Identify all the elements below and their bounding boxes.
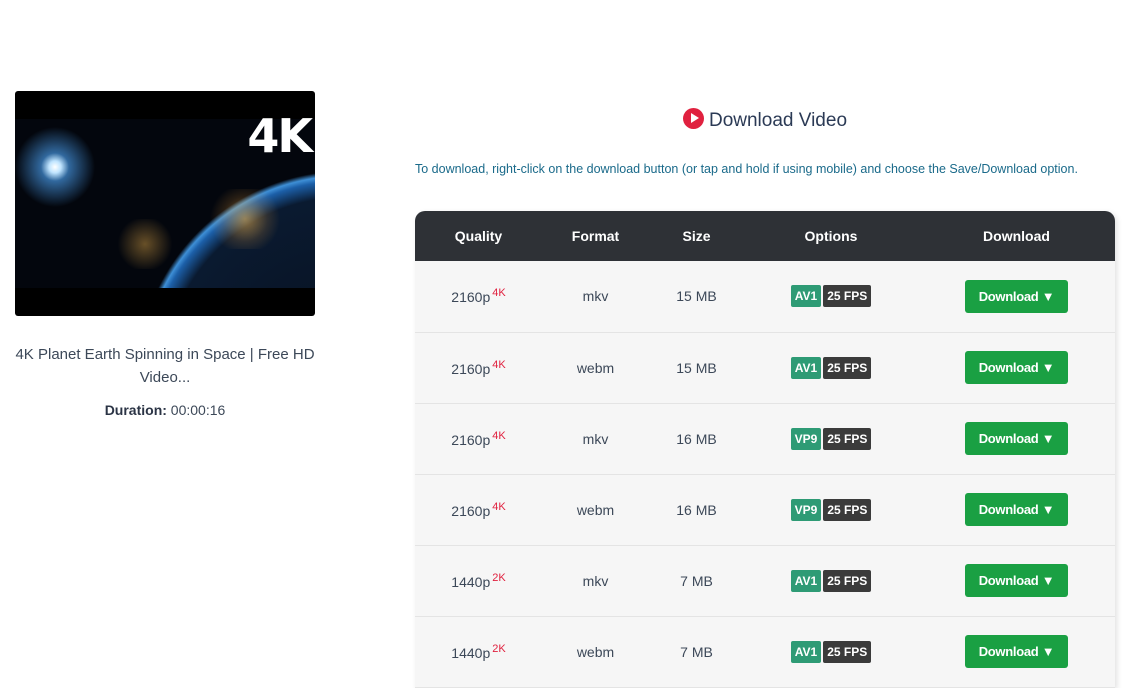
fps-tag: 25 FPS bbox=[823, 427, 872, 450]
options-cell: VP9 25 FPS bbox=[744, 403, 918, 475]
download-cell: Download ▼ bbox=[918, 545, 1115, 617]
codec-tag: AV1 bbox=[790, 285, 822, 308]
download-cell: Download ▼ bbox=[918, 474, 1115, 546]
fps-tag: 25 FPS bbox=[823, 498, 872, 521]
thumbnail-4k-text: 4K bbox=[247, 109, 313, 163]
fps-tag: 25 FPS bbox=[823, 569, 872, 592]
fps-tag: 25 FPS bbox=[823, 640, 872, 663]
column-header-quality: Quality bbox=[415, 211, 542, 261]
format-cell: mkv bbox=[542, 261, 649, 333]
codec-tag: AV1 bbox=[790, 640, 822, 663]
size-cell: 15 MB bbox=[649, 261, 744, 333]
resolution-badge: 2K bbox=[492, 642, 506, 655]
options-cell: AV1 25 FPS bbox=[744, 616, 918, 688]
quality-value: 2160p bbox=[451, 289, 491, 306]
codec-tag: VP9 bbox=[790, 498, 822, 521]
resolution-badge: 4K bbox=[492, 358, 506, 371]
video-thumbnail: 4K bbox=[15, 91, 315, 316]
options-cell: AV1 25 FPS bbox=[744, 332, 918, 404]
resolution-badge: 4K bbox=[492, 500, 506, 513]
resolution-badge: 4K bbox=[492, 287, 506, 300]
download-button[interactable]: Download ▼ bbox=[965, 422, 1068, 455]
table-row: 2160p 4K webm 16 MB VP9 25 FPS Download ▼ bbox=[415, 474, 1115, 546]
table-header-row: Quality Format Size Options Download bbox=[415, 211, 1115, 261]
table-row: 2160p 4K webm 15 MB AV1 25 FPS Download ▼ bbox=[415, 332, 1115, 404]
video-duration: Duration: 00:00:16 bbox=[0, 402, 330, 418]
codec-tag: AV1 bbox=[790, 569, 822, 592]
quality-value: 1440p bbox=[451, 573, 491, 590]
codec-tag: VP9 bbox=[790, 427, 822, 450]
download-heading-text: Download Video bbox=[708, 110, 848, 131]
size-cell: 16 MB bbox=[649, 474, 744, 546]
table-row: 2160p 4K mkv 15 MB AV1 25 FPS Download ▼ bbox=[415, 261, 1115, 333]
video-title: 4K Planet Earth Spinning in Space | Free… bbox=[15, 346, 315, 386]
download-hint: To download, right-click on the download… bbox=[415, 162, 1078, 176]
quality-cell: 2160p 4K bbox=[415, 403, 542, 475]
column-header-size: Size bbox=[649, 211, 744, 261]
quality-value: 1440p bbox=[451, 644, 491, 661]
fps-tag: 25 FPS bbox=[823, 356, 872, 379]
quality-value: 2160p bbox=[451, 360, 491, 377]
download-button[interactable]: Download ▼ bbox=[965, 279, 1068, 313]
resolution-badge: 4K bbox=[492, 429, 506, 442]
quality-value: 2160p bbox=[451, 431, 491, 448]
quality-cell: 1440p 2K bbox=[415, 545, 542, 617]
duration-label: Duration: bbox=[104, 402, 167, 418]
column-header-options: Options bbox=[744, 211, 918, 261]
size-cell: 16 MB bbox=[649, 403, 744, 475]
format-cell: mkv bbox=[542, 545, 649, 617]
format-cell: webm bbox=[542, 616, 649, 688]
download-cell: Download ▼ bbox=[918, 261, 1115, 333]
options-cell: AV1 25 FPS bbox=[744, 261, 918, 333]
formats-table: Quality Format Size Options Download 216… bbox=[415, 211, 1115, 688]
download-button[interactable]: Download ▼ bbox=[965, 493, 1068, 526]
column-header-format: Format bbox=[542, 211, 649, 261]
play-circle-icon bbox=[682, 108, 704, 129]
fps-tag: 25 FPS bbox=[823, 285, 872, 308]
download-button[interactable]: Download ▼ bbox=[965, 564, 1068, 597]
options-cell: VP9 25 FPS bbox=[744, 474, 918, 546]
quality-cell: 1440p 2K bbox=[415, 616, 542, 688]
download-button[interactable]: Download ▼ bbox=[965, 635, 1068, 668]
download-cell: Download ▼ bbox=[918, 332, 1115, 404]
download-button[interactable]: Download ▼ bbox=[965, 351, 1068, 384]
format-cell: webm bbox=[542, 474, 649, 546]
duration-value: 00:00:16 bbox=[170, 402, 226, 418]
codec-tag: AV1 bbox=[790, 356, 822, 379]
table-row: 1440p 2K mkv 7 MB AV1 25 FPS Download ▼ bbox=[415, 545, 1115, 617]
options-cell: AV1 25 FPS bbox=[744, 545, 918, 617]
download-cell: Download ▼ bbox=[918, 403, 1115, 475]
quality-cell: 2160p 4K bbox=[415, 474, 542, 546]
quality-value: 2160p bbox=[451, 502, 491, 519]
quality-cell: 2160p 4K bbox=[415, 261, 542, 333]
quality-cell: 2160p 4K bbox=[415, 332, 542, 404]
column-header-download: Download bbox=[918, 211, 1115, 261]
resolution-badge: 2K bbox=[492, 571, 506, 584]
format-cell: mkv bbox=[542, 403, 649, 475]
size-cell: 15 MB bbox=[649, 332, 744, 404]
download-cell: Download ▼ bbox=[918, 616, 1115, 688]
table-row: 1440p 2K webm 7 MB AV1 25 FPS Download ▼ bbox=[415, 616, 1115, 688]
size-cell: 7 MB bbox=[649, 545, 744, 617]
format-cell: webm bbox=[542, 332, 649, 404]
download-heading: Download Video bbox=[415, 108, 1115, 132]
size-cell: 7 MB bbox=[649, 616, 744, 688]
table-row: 2160p 4K mkv 16 MB VP9 25 FPS Download ▼ bbox=[415, 403, 1115, 475]
